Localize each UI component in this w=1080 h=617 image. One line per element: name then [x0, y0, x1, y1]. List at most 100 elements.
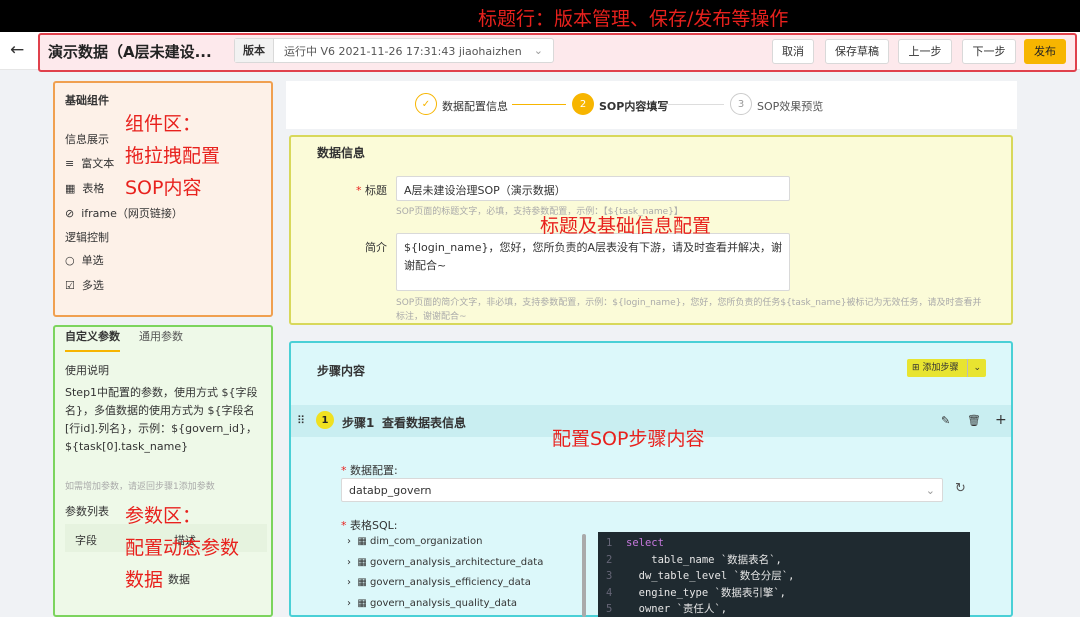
- refresh-icon[interactable]: ↻: [955, 481, 966, 496]
- annotation-line: 配置动态参数: [125, 537, 240, 559]
- radio-icon: ○: [65, 254, 75, 267]
- annotation-line: 拖拉拽配置: [125, 145, 221, 167]
- publish-button[interactable]: 发布: [1024, 39, 1066, 64]
- sql-editor[interactable]: 1 select 2 table_name `数据表名`, 3 dw_table_le…: [598, 532, 970, 617]
- required-mark: *: [356, 184, 362, 197]
- annotation-components: 组件区： 拖拉拽配置 SOP内容: [125, 108, 220, 204]
- tree-item-label: govern_analysis_quality_data: [370, 598, 518, 609]
- chevron-right-icon: ›: [347, 598, 351, 609]
- group-display-label: 信息展示: [65, 133, 109, 146]
- check-icon: ✓: [415, 93, 437, 115]
- save-draft-button[interactable]: 保存草稿: [825, 39, 889, 64]
- plus-icon[interactable]: +: [995, 412, 1007, 428]
- table-icon: ▦: [65, 182, 76, 195]
- annotation-title-info: 标题及基础信息配置: [540, 215, 712, 237]
- code-text: select: [626, 537, 664, 549]
- rich-text-label: 富文本: [81, 157, 115, 170]
- code-text: dw_table_level `数仓分层`,: [626, 570, 795, 582]
- annotation-line: 参数区：: [125, 505, 202, 527]
- table-icon: ▦: [357, 557, 367, 568]
- arrow-left-icon[interactable]: ←: [10, 40, 24, 60]
- data-config-value: databp_govern: [349, 484, 432, 497]
- tree-item[interactable]: › ▦ govern_analysis_quality_data: [347, 598, 517, 609]
- usage-title: 使用说明: [65, 364, 109, 377]
- annotation-steps: 配置SOP步骤内容: [552, 428, 705, 450]
- add-step-button[interactable]: ⊞ 添加步骤 ⌄: [907, 359, 986, 377]
- next-step-button[interactable]: 下一步: [962, 39, 1016, 64]
- table-label: 表格: [82, 182, 105, 195]
- tree-item-label: dim_com_organization: [370, 536, 483, 547]
- step-connector: [668, 104, 724, 105]
- annotation-params: 参数区： 配置动态参数 数据: [125, 500, 239, 596]
- add-step-label: 添加步骤: [922, 363, 959, 373]
- tab-custom-params[interactable]: 自定义参数: [65, 328, 120, 352]
- table-component[interactable]: ▦ 表格: [65, 180, 104, 196]
- tree-scrollbar[interactable]: [582, 534, 586, 617]
- code-text: engine_type `数据表引擎`,: [626, 586, 786, 599]
- chevron-right-icon: ›: [347, 557, 351, 568]
- version-select[interactable]: 版本 运行中 V6 2021-11-26 17:31:43 jiaohaizhe…: [234, 38, 554, 63]
- rich-text-component[interactable]: ≡ 富文本: [65, 155, 114, 171]
- tree-item[interactable]: › ▦ dim_com_organization: [347, 536, 482, 547]
- sql-label: * 表格SQL:: [341, 517, 397, 533]
- checkbox-icon: ☑: [65, 279, 75, 292]
- delete-icon[interactable]: 🗑: [967, 414, 981, 427]
- title-input[interactable]: A层未建设治理SOP（演示数据）: [396, 176, 790, 201]
- single-choice-component[interactable]: ○ 单选: [65, 252, 104, 268]
- tab-common-params[interactable]: 通用参数: [139, 328, 183, 344]
- step-2-label[interactable]: SOP内容填写: [599, 98, 668, 114]
- table-icon: ▦: [357, 536, 367, 547]
- cancel-button[interactable]: 取消: [772, 39, 814, 64]
- link-icon: ⊘: [65, 207, 75, 220]
- table-icon: ▦: [357, 577, 367, 588]
- tree-item[interactable]: › ▦ govern_analysis_efficiency_data: [347, 577, 531, 588]
- prev-step-button[interactable]: 上一步: [898, 39, 952, 64]
- data-config-label-text: 数据配置:: [350, 464, 398, 477]
- chevron-down-icon: ⌄: [925, 484, 935, 497]
- version-tag: 版本: [235, 39, 274, 62]
- tree-item[interactable]: › ▦ govern_analysis_architecture_data: [347, 557, 543, 568]
- multi-label: 多选: [81, 279, 104, 292]
- drag-handle-icon[interactable]: ⠿: [297, 414, 305, 427]
- step-title[interactable]: 查看数据表信息: [382, 414, 466, 431]
- code-line: 2 table_name `数据表名`,: [606, 553, 782, 566]
- step-3-label[interactable]: SOP效果预览: [757, 98, 823, 114]
- list-icon: ≡: [65, 157, 75, 170]
- data-config-select[interactable]: databp_govern ⌄: [341, 478, 943, 502]
- step-connector: [512, 104, 566, 105]
- version-text: 运行中 V6 2021-11-26 17:31:43 jiaohaizhen: [284, 44, 522, 58]
- data-config-label: * 数据配置:: [341, 462, 398, 478]
- code-text: owner `责任人`,: [626, 603, 728, 615]
- multi-choice-component[interactable]: ☑ 多选: [65, 277, 104, 293]
- add-param-hint: 如需增加参数，请返回步骤1添加参数: [65, 482, 215, 492]
- iframe-label: iframe（网页链接）: [81, 207, 183, 220]
- tree-item-label: govern_analysis_efficiency_data: [370, 577, 531, 588]
- edit-icon[interactable]: ✎: [941, 414, 950, 427]
- page-title: 演示数据（A层未建设...: [48, 43, 212, 61]
- plus-square-icon: ⊞: [912, 363, 920, 373]
- step-number-badge: 1: [316, 411, 334, 429]
- components-title: 基础组件: [65, 94, 109, 107]
- param-col-field: 字段: [75, 534, 97, 547]
- step-1-label[interactable]: 数据配置信息: [442, 98, 508, 114]
- code-line: 4 engine_type `数据表引擎`,: [606, 586, 786, 599]
- code-line: 1 select: [606, 537, 664, 549]
- intro-textarea[interactable]: ${login_name}，您好，您所负责的A层表没有下游，请及时查看并解决，谢…: [396, 233, 790, 291]
- iframe-component[interactable]: ⊘ iframe（网页链接）: [65, 205, 183, 221]
- annotation-line: SOP内容: [125, 177, 202, 199]
- group-logic-label: 逻辑控制: [65, 231, 109, 244]
- code-line: 3 dw_table_level `数仓分层`,: [606, 570, 795, 582]
- step-label: 步骤1: [342, 416, 375, 430]
- param-list-title: 参数列表: [65, 505, 109, 518]
- usage-text: Step1中配置的参数，使用方式 ${字段名}，多值数据的使用方式为 ${字段名…: [65, 386, 258, 453]
- code-line: 5 owner `责任人`,: [606, 603, 728, 615]
- code-text: table_name `数据表名`,: [626, 553, 782, 566]
- chevron-right-icon: ›: [347, 536, 351, 547]
- annotation-line: 组件区：: [125, 113, 202, 135]
- single-label: 单选: [81, 254, 104, 267]
- step-2-number: 2: [572, 93, 594, 115]
- chevron-down-icon[interactable]: ⌄: [967, 359, 986, 377]
- tree-item-label: govern_analysis_architecture_data: [370, 557, 544, 568]
- steps-title: 步骤内容: [317, 364, 366, 378]
- annotation-line: 数据: [125, 569, 164, 591]
